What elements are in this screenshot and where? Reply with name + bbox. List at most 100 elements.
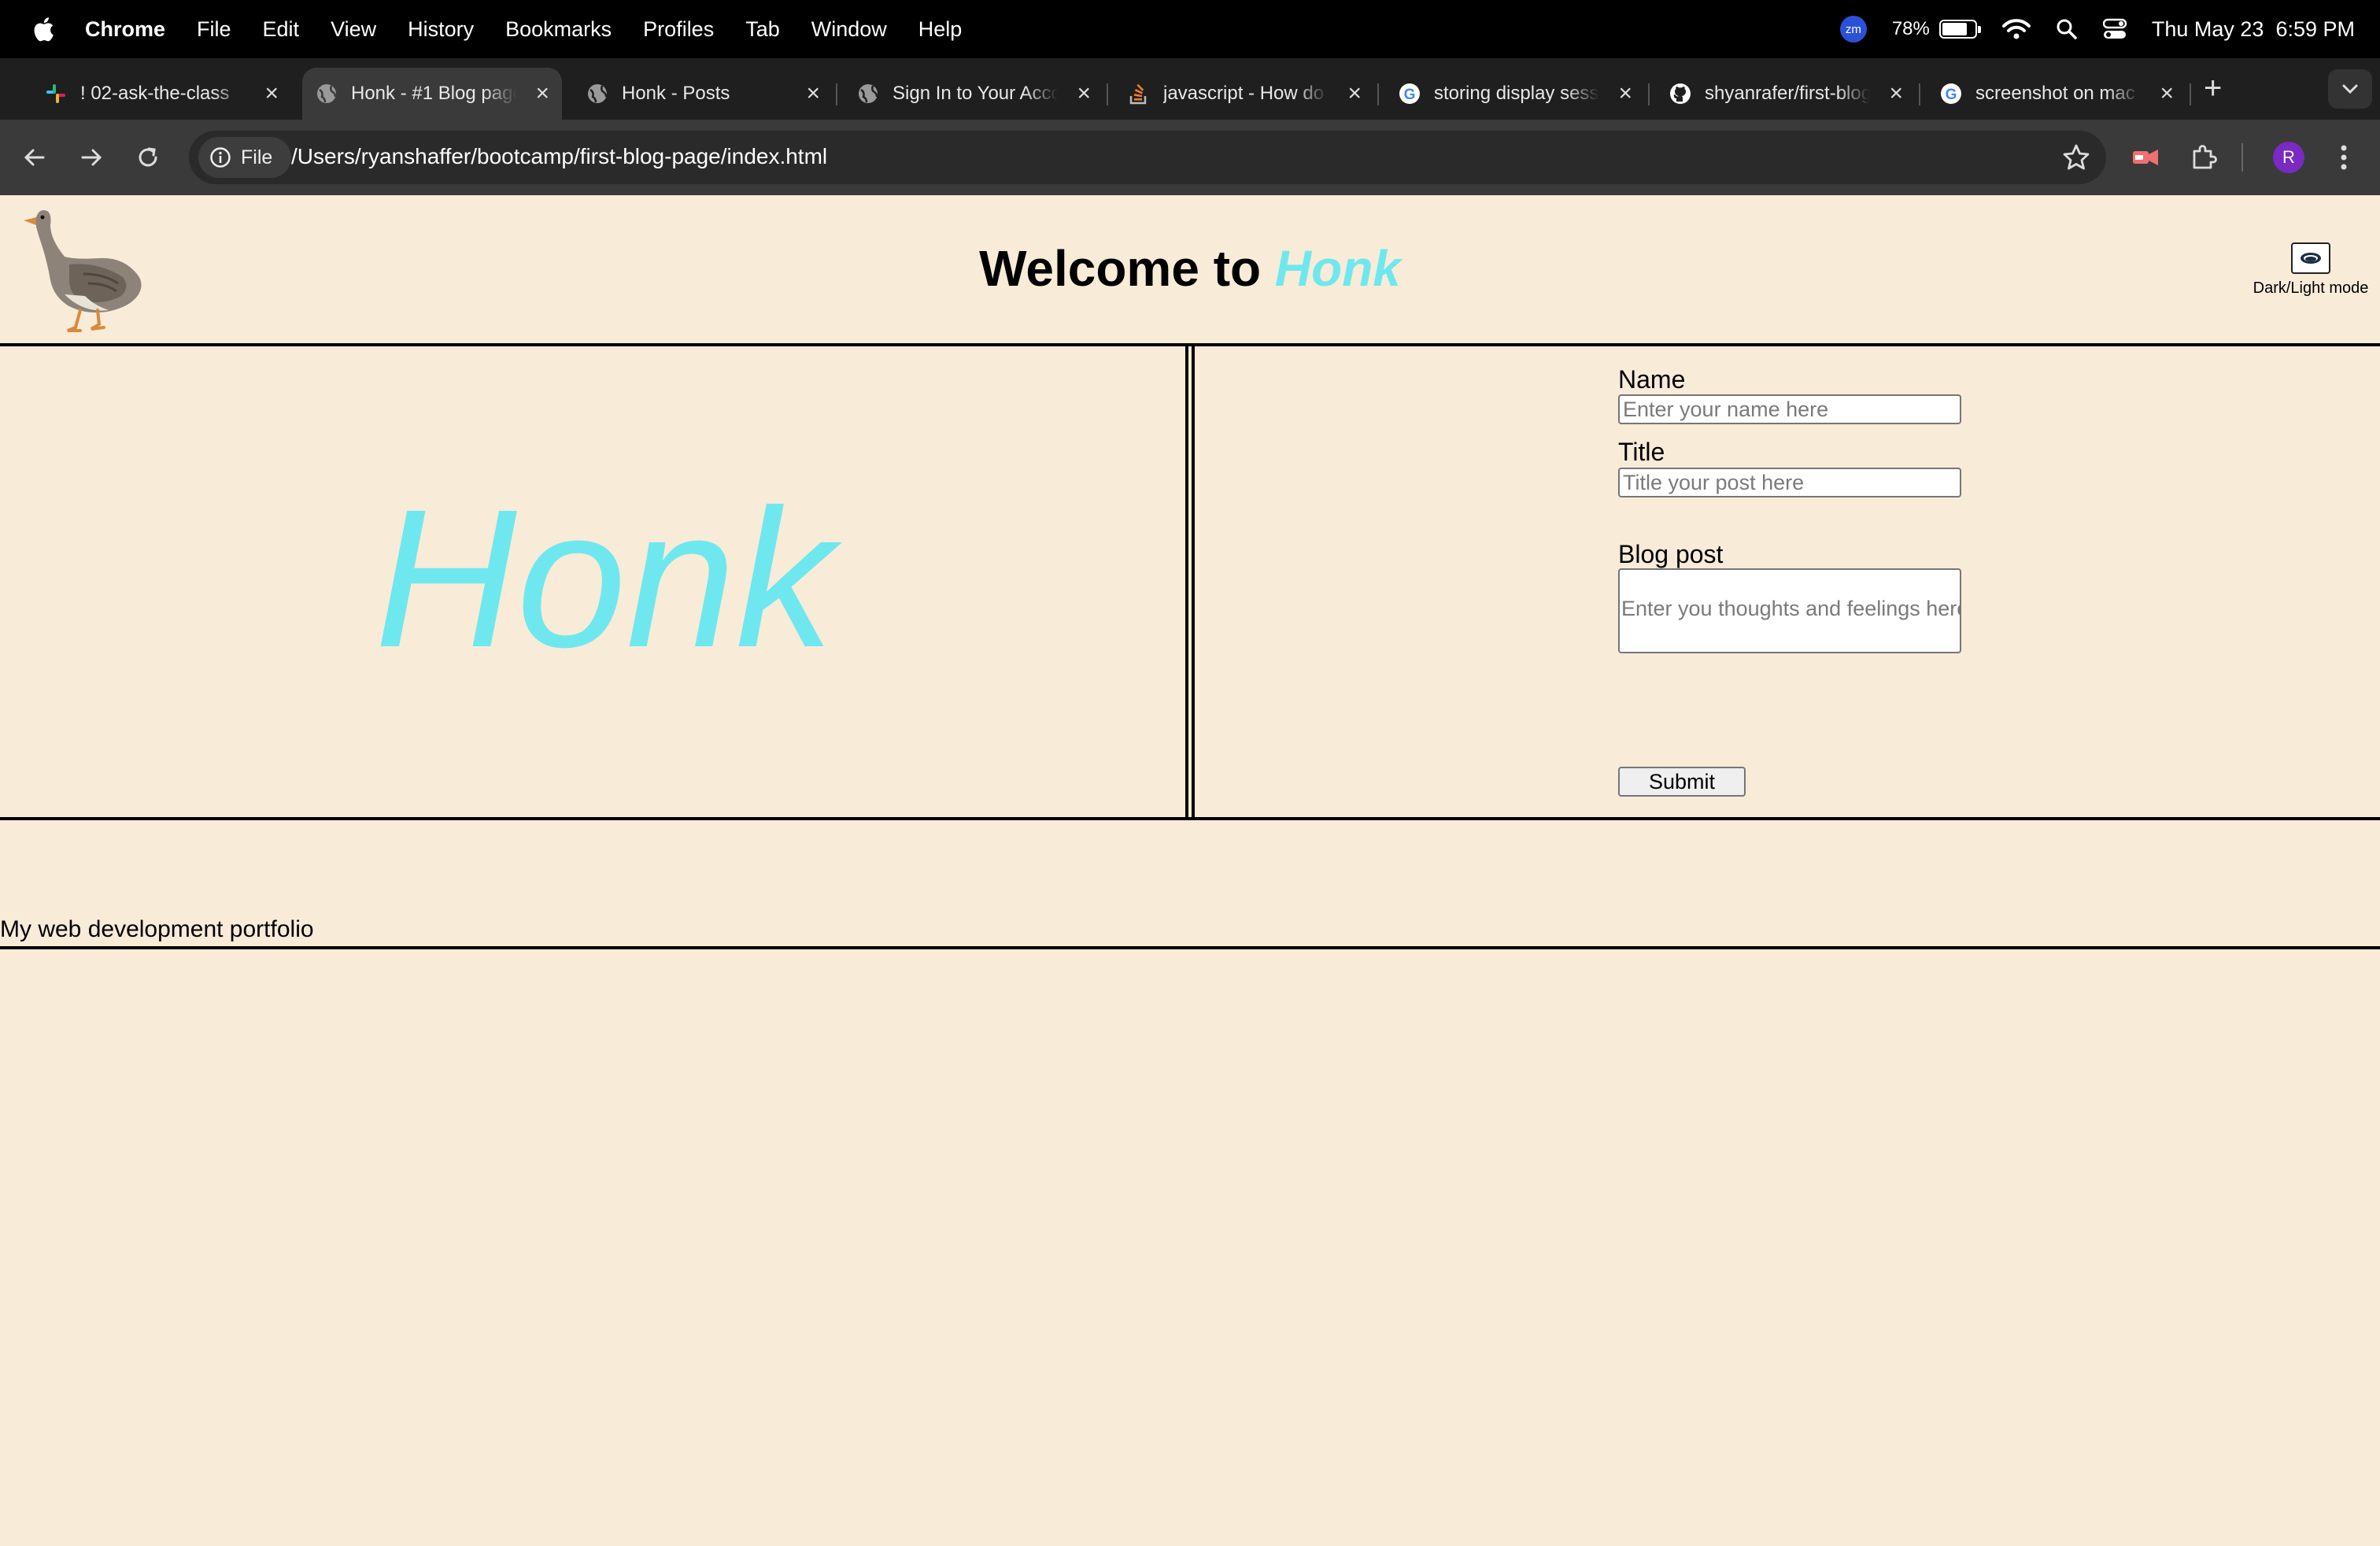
tab-separator [1919,83,1920,105]
blog-post-label: Blog post [1618,540,1724,568]
extensions-puzzle-icon[interactable] [2186,140,2221,175]
zoom-icon[interactable]: zm [1839,16,1867,43]
tab-title: Sign In to Your Account [893,83,1058,104]
new-tab-plus-icon[interactable]: + [2204,71,2222,106]
menu-edit[interactable]: Edit [263,17,300,42]
globe-icon [586,82,609,105]
info-icon [210,147,231,168]
back-button[interactable] [16,139,54,176]
close-tab-icon[interactable]: × [1077,80,1091,107]
browser-toolbar: File /Users/ryanshaffer/bootcamp/first-b… [0,120,2380,195]
tab-search-button[interactable] [2328,69,2372,109]
globe-icon [315,82,338,105]
tab-separator [1377,83,1379,105]
tab-screenshot-mac[interactable]: G screenshot on mac × [1927,68,2186,120]
dark-light-mode-button[interactable] [2291,242,2330,274]
arrow-left-icon [24,149,45,166]
apple-logo-icon[interactable] [31,16,55,43]
svg-text:G: G [1946,87,1957,103]
profile-button[interactable]: R [2271,140,2306,175]
tab-separator [2190,83,2191,105]
slack-icon [44,82,68,105]
chevron-down-icon [2342,84,2358,94]
web-page: Welcome to Honk Dark/Light mode Honk Nam… [0,195,2380,1546]
title-prefix: Welcome to [979,240,1262,297]
close-tab-icon[interactable]: × [1889,80,1903,107]
reload-icon [139,147,157,167]
close-tab-icon[interactable]: × [1618,80,1632,107]
tab-github[interactable]: shyanrafer/first-blog × [1656,68,1916,120]
name-label: Name [1618,365,1686,394]
spotlight-search-icon[interactable] [2056,18,2078,40]
tab-honk-blog[interactable]: Honk - #1 Blog page × [302,68,562,120]
dark-light-toggle: Dark/Light mode [2248,242,2374,298]
menu-profiles[interactable]: Profiles [643,17,714,42]
battery-fill [1942,23,1968,35]
control-center-icon[interactable] [2102,18,2127,40]
close-tab-icon[interactable]: × [264,80,279,107]
google-icon: G [1939,82,1963,105]
menu-help[interactable]: Help [918,17,963,42]
footer-text: My web development portfolio [0,916,314,942]
tab-honk-posts[interactable]: Honk - Posts × [573,68,833,120]
svg-text:G: G [1404,87,1416,103]
site-info-chip[interactable]: File [198,137,292,178]
menu-history[interactable]: History [408,17,474,42]
close-tab-icon[interactable]: × [535,80,549,107]
menu-tab[interactable]: Tab [745,17,780,42]
close-tab-icon[interactable]: × [2160,80,2174,107]
battery-percent: 78% [1891,18,1930,39]
tab-separator [836,83,837,105]
close-tab-icon[interactable]: × [806,80,820,107]
vertical-divider [1192,346,1195,819]
address-bar[interactable]: File /Users/ryanshaffer/bootcamp/first-b… [189,131,2106,184]
tab-strip: ! 02-ask-the-class × Honk - #1 Blog page… [0,58,2380,120]
macos-menu-bar: Chrome File Edit View History Bookmarks … [0,0,2380,58]
menu-bookmarks[interactable]: Bookmarks [505,17,612,42]
status-area: zm 78% Thu May 23 6:59 PM [1839,0,2380,58]
url-text[interactable]: /Users/ryanshaffer/bootcamp/first-blog-p… [291,144,827,169]
blog-post-textarea[interactable] [1618,568,1961,653]
brand-panel: Honk [0,346,1187,819]
title-brand: Honk [1274,240,1401,297]
tab-ask-the-class[interactable]: ! 02-ask-the-class × [31,68,291,120]
blog-post-form: Name Title Blog post Submit [1618,365,1964,797]
tab-title: Honk - #1 Blog page [351,83,516,104]
toolbar-separator [2241,143,2243,172]
menu-view[interactable]: View [331,17,376,42]
tab-title: javascript - How do [1163,83,1325,104]
submit-button[interactable]: Submit [1618,767,1746,797]
menu-file[interactable]: File [197,17,231,42]
content-divider [0,817,2380,820]
close-tab-icon[interactable]: × [1347,80,1362,107]
tab-separator [1648,83,1650,105]
battery-icon[interactable] [1938,20,1981,39]
file-chip-label: File [241,146,273,168]
title-input[interactable] [1618,468,1961,497]
extension-record-icon[interactable] [2128,140,2163,175]
big-brand-text: Honk [375,468,834,688]
name-input[interactable] [1618,394,1961,424]
bookmark-star-icon[interactable] [2062,143,2090,172]
clock[interactable]: Thu May 23 6:59 PM [2152,17,2355,42]
reload-button[interactable] [129,139,167,176]
stackoverflow-icon [1127,82,1151,105]
kebab-menu-icon[interactable] [2326,140,2361,175]
google-icon: G [1398,82,1421,105]
forward-button[interactable] [72,139,110,176]
tab-title: ! 02-ask-the-class [80,83,230,104]
page-title: Welcome to Honk [0,239,2380,298]
avatar: R [2273,142,2304,173]
globe-icon [856,82,880,105]
menu-window[interactable]: Window [811,17,887,42]
menu-chrome[interactable]: Chrome [85,17,165,42]
footer-divider [0,946,2380,949]
vertical-divider [1185,346,1188,819]
mode-label: Dark/Light mode [2252,279,2369,297]
title-label: Title [1618,438,1665,466]
tab-javascript[interactable]: javascript - How do × [1114,68,1374,120]
tab-separator [1107,83,1108,105]
tab-sign-in[interactable]: Sign In to Your Account × [844,68,1103,120]
tab-storing-display[interactable]: G storing display sessions × [1385,68,1645,120]
wifi-icon[interactable] [2001,18,2031,40]
